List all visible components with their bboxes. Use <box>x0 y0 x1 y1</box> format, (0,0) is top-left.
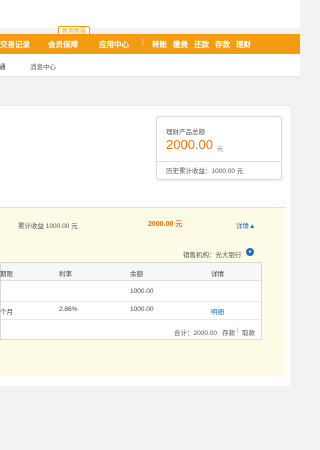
total-amount: 2000.00 <box>166 137 213 152</box>
header-balance: 余额 <box>130 271 143 278</box>
row2-term: 个月 <box>0 309 13 316</box>
nav-pay-bills[interactable]: 缴费 <box>173 39 188 50</box>
row-divider <box>1 319 261 320</box>
main-nav: 交易记录 会员保障 应用中心 | 转账 缴费 还款 存款 理财 <box>0 34 300 54</box>
nav-app-center[interactable]: 应用中心 <box>99 39 129 50</box>
nav-transactions[interactable]: 交易记录 <box>0 39 30 50</box>
header-rate: 利率 <box>59 271 72 278</box>
holdings-table: 期限 利率 余额 详情 1000.00 个月 2.86% 1000.00 明细 … <box>0 262 262 340</box>
product-cumulative-earnings: 累计收益 1000.00 元 <box>18 223 78 230</box>
withdraw-link[interactable]: 取款 <box>242 327 255 337</box>
header-term: 期限 <box>0 271 13 278</box>
summary-card: 理财产品总额 2000.00 元 历史累计收益：1000.00 元 <box>156 116 282 180</box>
nav-transfer[interactable]: 转账 <box>152 39 167 50</box>
deposit-link[interactable]: 存款 <box>222 327 235 337</box>
nav-separator: | <box>142 39 144 46</box>
bank-logo-icon: ● <box>246 248 254 256</box>
summary-divider <box>157 161 281 162</box>
header-detail: 详情 <box>211 271 224 278</box>
subnav-item-messages[interactable]: 消息中心 <box>30 61 56 71</box>
nav-wealth[interactable]: 理财 <box>236 39 251 50</box>
sub-nav: 通 消息中心 <box>0 54 300 77</box>
top-header <box>0 0 300 28</box>
history-earnings: 历史累计收益：1000.00 元 <box>166 168 244 175</box>
product-detail-toggle[interactable]: 详情▲ <box>236 220 255 230</box>
sale-organization: 销售机构：光大银行 <box>183 252 242 259</box>
nav-deposit[interactable]: 存款 <box>215 39 230 50</box>
subnav-item-notice[interactable]: 通 <box>0 61 6 71</box>
product-amount: 2000.00 元 <box>148 221 183 228</box>
nav-repayment[interactable]: 还款 <box>194 39 209 50</box>
nav-member-protection[interactable]: 会员保障 <box>48 39 78 50</box>
action-separator: | <box>237 327 239 334</box>
row1-balance: 1000.00 <box>130 288 154 295</box>
table-total: 合计：2000.00 <box>174 330 217 337</box>
row2-detail-link[interactable]: 明细 <box>211 306 224 316</box>
row2-rate: 2.86% <box>59 306 78 313</box>
row2-balance: 1000.00 <box>130 306 154 313</box>
total-unit: 元 <box>217 147 224 153</box>
row-divider <box>1 301 261 302</box>
total-label: 理财产品总额 <box>166 129 205 136</box>
